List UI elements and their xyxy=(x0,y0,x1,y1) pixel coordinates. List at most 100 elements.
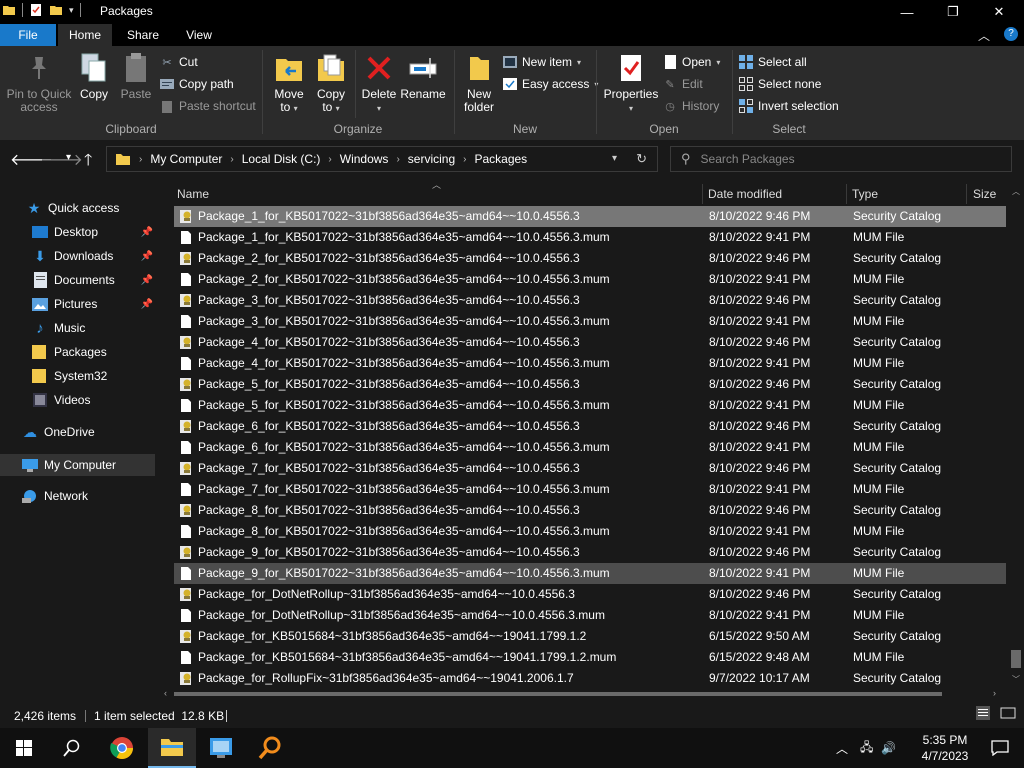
nav-quick-access[interactable]: ★ Quick access xyxy=(26,197,181,219)
customize-toolbar-icon[interactable]: ▾ xyxy=(69,5,74,16)
file-explorer-taskbar-button[interactable] xyxy=(148,728,196,768)
nav-packages[interactable]: Packages xyxy=(32,341,155,363)
action-center-button[interactable] xyxy=(976,728,1024,768)
tab-home[interactable]: Home xyxy=(58,24,112,46)
pin-icon[interactable]: 📌 xyxy=(141,275,153,286)
nav-onedrive[interactable]: ☁ OneDrive xyxy=(22,421,155,443)
pin-icon[interactable]: 📌 xyxy=(141,227,153,238)
column-divider[interactable] xyxy=(966,184,967,204)
clock[interactable]: 5:35 PM 4/7/2023 xyxy=(912,732,978,764)
column-divider[interactable] xyxy=(702,184,703,204)
paste-shortcut-button[interactable]: Paste shortcut xyxy=(160,96,256,116)
file-row[interactable]: Package_4_for_KB5017022~31bf3856ad364e35… xyxy=(174,353,1006,374)
column-header-name[interactable]: Name xyxy=(177,184,697,204)
copy-button[interactable]: Copy xyxy=(76,52,112,101)
edit-button[interactable]: ✎ Edit xyxy=(663,74,702,94)
invert-selection-button[interactable]: Invert selection xyxy=(739,96,839,116)
cut-button[interactable]: ✂ Cut xyxy=(160,52,197,72)
chevron-right-icon[interactable]: › xyxy=(396,154,399,165)
nav-pictures[interactable]: Pictures 📌 xyxy=(32,293,155,315)
pin-quick-access-button[interactable]: Pin to Quick access xyxy=(4,52,74,114)
file-row[interactable]: Package_7_for_KB5017022~31bf3856ad364e35… xyxy=(174,479,1006,500)
nav-videos[interactable]: Videos xyxy=(32,389,155,411)
new-item-button[interactable]: New item ▾ xyxy=(503,52,581,72)
file-row[interactable]: Package_5_for_KB5017022~31bf3856ad364e35… xyxy=(174,395,1006,416)
history-button[interactable]: ◷ History xyxy=(663,96,719,116)
file-row[interactable]: Package_1_for_KB5017022~31bf3856ad364e35… xyxy=(174,206,1006,227)
horizontal-scrollbar[interactable]: ‹ › xyxy=(162,688,1010,700)
new-folder-icon[interactable] xyxy=(49,3,63,17)
breadcrumb-my-computer[interactable]: My Computer xyxy=(150,152,222,166)
nav-music[interactable]: ♪ Music xyxy=(32,317,155,339)
select-all-button[interactable]: Select all xyxy=(739,52,807,72)
tab-share[interactable]: Share xyxy=(116,24,170,46)
select-none-button[interactable]: Select none xyxy=(739,74,821,94)
start-button[interactable] xyxy=(0,728,48,768)
chevron-right-icon[interactable]: › xyxy=(463,154,466,165)
properties-button[interactable]: Properties ▾ xyxy=(603,52,659,115)
file-row[interactable]: Package_4_for_KB5017022~31bf3856ad364e35… xyxy=(174,332,1006,353)
nav-documents[interactable]: Documents 📌 xyxy=(32,269,155,291)
forward-arrow-icon[interactable]: 🡒 xyxy=(40,149,83,170)
file-row[interactable]: Package_5_for_KB5017022~31bf3856ad364e35… xyxy=(174,374,1006,395)
chevron-right-icon[interactable]: › xyxy=(328,154,331,165)
file-row[interactable]: Package_6_for_KB5017022~31bf3856ad364e35… xyxy=(174,437,1006,458)
search-box[interactable]: ⚲ Search Packages xyxy=(670,146,1012,172)
copy-to-button[interactable]: Copy to ▾ xyxy=(311,52,351,115)
file-row[interactable]: Package_8_for_KB5017022~31bf3856ad364e35… xyxy=(174,521,1006,542)
up-arrow-icon[interactable]: 🡑 xyxy=(84,149,92,176)
file-row[interactable]: Package_2_for_KB5017022~31bf3856ad364e35… xyxy=(174,269,1006,290)
recent-locations-icon[interactable]: ▾ xyxy=(66,152,71,163)
minimize-button[interactable]: — xyxy=(884,0,930,24)
show-hidden-icons-icon[interactable]: ︿ xyxy=(836,740,848,757)
file-row[interactable]: Package_7_for_KB5017022~31bf3856ad364e35… xyxy=(174,458,1006,479)
chevron-right-icon[interactable]: › xyxy=(139,154,142,165)
chrome-taskbar-button[interactable] xyxy=(98,728,146,768)
copy-path-button[interactable]: Copy path xyxy=(160,74,234,94)
column-header-size[interactable]: Size xyxy=(973,184,1013,204)
large-icons-view-icon[interactable] xyxy=(1000,706,1016,723)
tab-view[interactable]: View xyxy=(172,24,226,46)
delete-button[interactable]: Delete ▾ xyxy=(359,52,399,115)
new-folder-button[interactable]: New folder xyxy=(457,52,501,114)
pin-icon[interactable]: 📌 xyxy=(141,299,153,310)
vertical-scrollbar[interactable]: ︿ ﹀ xyxy=(1010,186,1022,686)
network-status-icon[interactable]: 🖧 xyxy=(860,738,873,759)
properties-icon[interactable] xyxy=(29,3,43,17)
help-icon[interactable]: ? xyxy=(1004,27,1018,41)
scroll-down-icon[interactable]: ﹀ xyxy=(1012,674,1020,685)
scroll-left-icon[interactable]: ‹ xyxy=(164,688,167,698)
scroll-right-icon[interactable]: › xyxy=(993,688,996,698)
search-button[interactable] xyxy=(48,728,96,768)
file-row[interactable]: Package_8_for_KB5017022~31bf3856ad364e35… xyxy=(174,500,1006,521)
paste-button[interactable]: Paste xyxy=(116,52,156,101)
column-header-date[interactable]: Date modified xyxy=(708,184,844,204)
rename-button[interactable]: Rename xyxy=(399,52,447,101)
file-row[interactable]: Package_for_KB5015684~31bf3856ad364e35~a… xyxy=(174,647,1006,668)
maximize-button[interactable]: ❐ xyxy=(930,0,976,24)
file-row[interactable]: Package_3_for_KB5017022~31bf3856ad364e35… xyxy=(174,311,1006,332)
address-dropdown-icon[interactable]: ▾ xyxy=(612,153,617,164)
breadcrumb-windows[interactable]: Windows xyxy=(340,152,389,166)
details-view-icon[interactable] xyxy=(976,706,990,723)
nav-desktop[interactable]: Desktop 📌 xyxy=(32,221,155,243)
close-button[interactable]: ✕ xyxy=(976,0,1022,24)
pin-icon[interactable]: 📌 xyxy=(141,251,153,262)
collapse-ribbon-icon[interactable]: ︿ xyxy=(978,27,990,44)
control-panel-taskbar-button[interactable] xyxy=(197,728,245,768)
nav-downloads[interactable]: ⬇ Downloads 📌 xyxy=(32,245,155,267)
horizontal-scrollbar-thumb[interactable] xyxy=(174,692,942,696)
file-row[interactable]: Package_for_DotNetRollup~31bf3856ad364e3… xyxy=(174,584,1006,605)
file-row[interactable]: Package_9_for_KB5017022~31bf3856ad364e35… xyxy=(174,563,1006,584)
nav-my-computer[interactable]: My Computer xyxy=(0,454,155,476)
move-to-button[interactable]: Move to ▾ xyxy=(267,52,311,115)
scroll-up-icon[interactable]: ︿ xyxy=(1012,186,1020,197)
nav-network[interactable]: Network xyxy=(22,485,155,507)
file-row[interactable]: Package_for_RollupFix~31bf3856ad364e35~a… xyxy=(174,668,1006,689)
file-row[interactable]: Package_9_for_KB5017022~31bf3856ad364e35… xyxy=(174,542,1006,563)
breadcrumb-packages[interactable]: Packages xyxy=(474,152,527,166)
column-header-type[interactable]: Type xyxy=(852,184,962,204)
address-bar[interactable]: › My Computer › Local Disk (C:) › Window… xyxy=(106,146,658,172)
easy-access-button[interactable]: Easy access ▾ xyxy=(503,74,598,94)
breadcrumb-local-disk[interactable]: Local Disk (C:) xyxy=(242,152,321,166)
